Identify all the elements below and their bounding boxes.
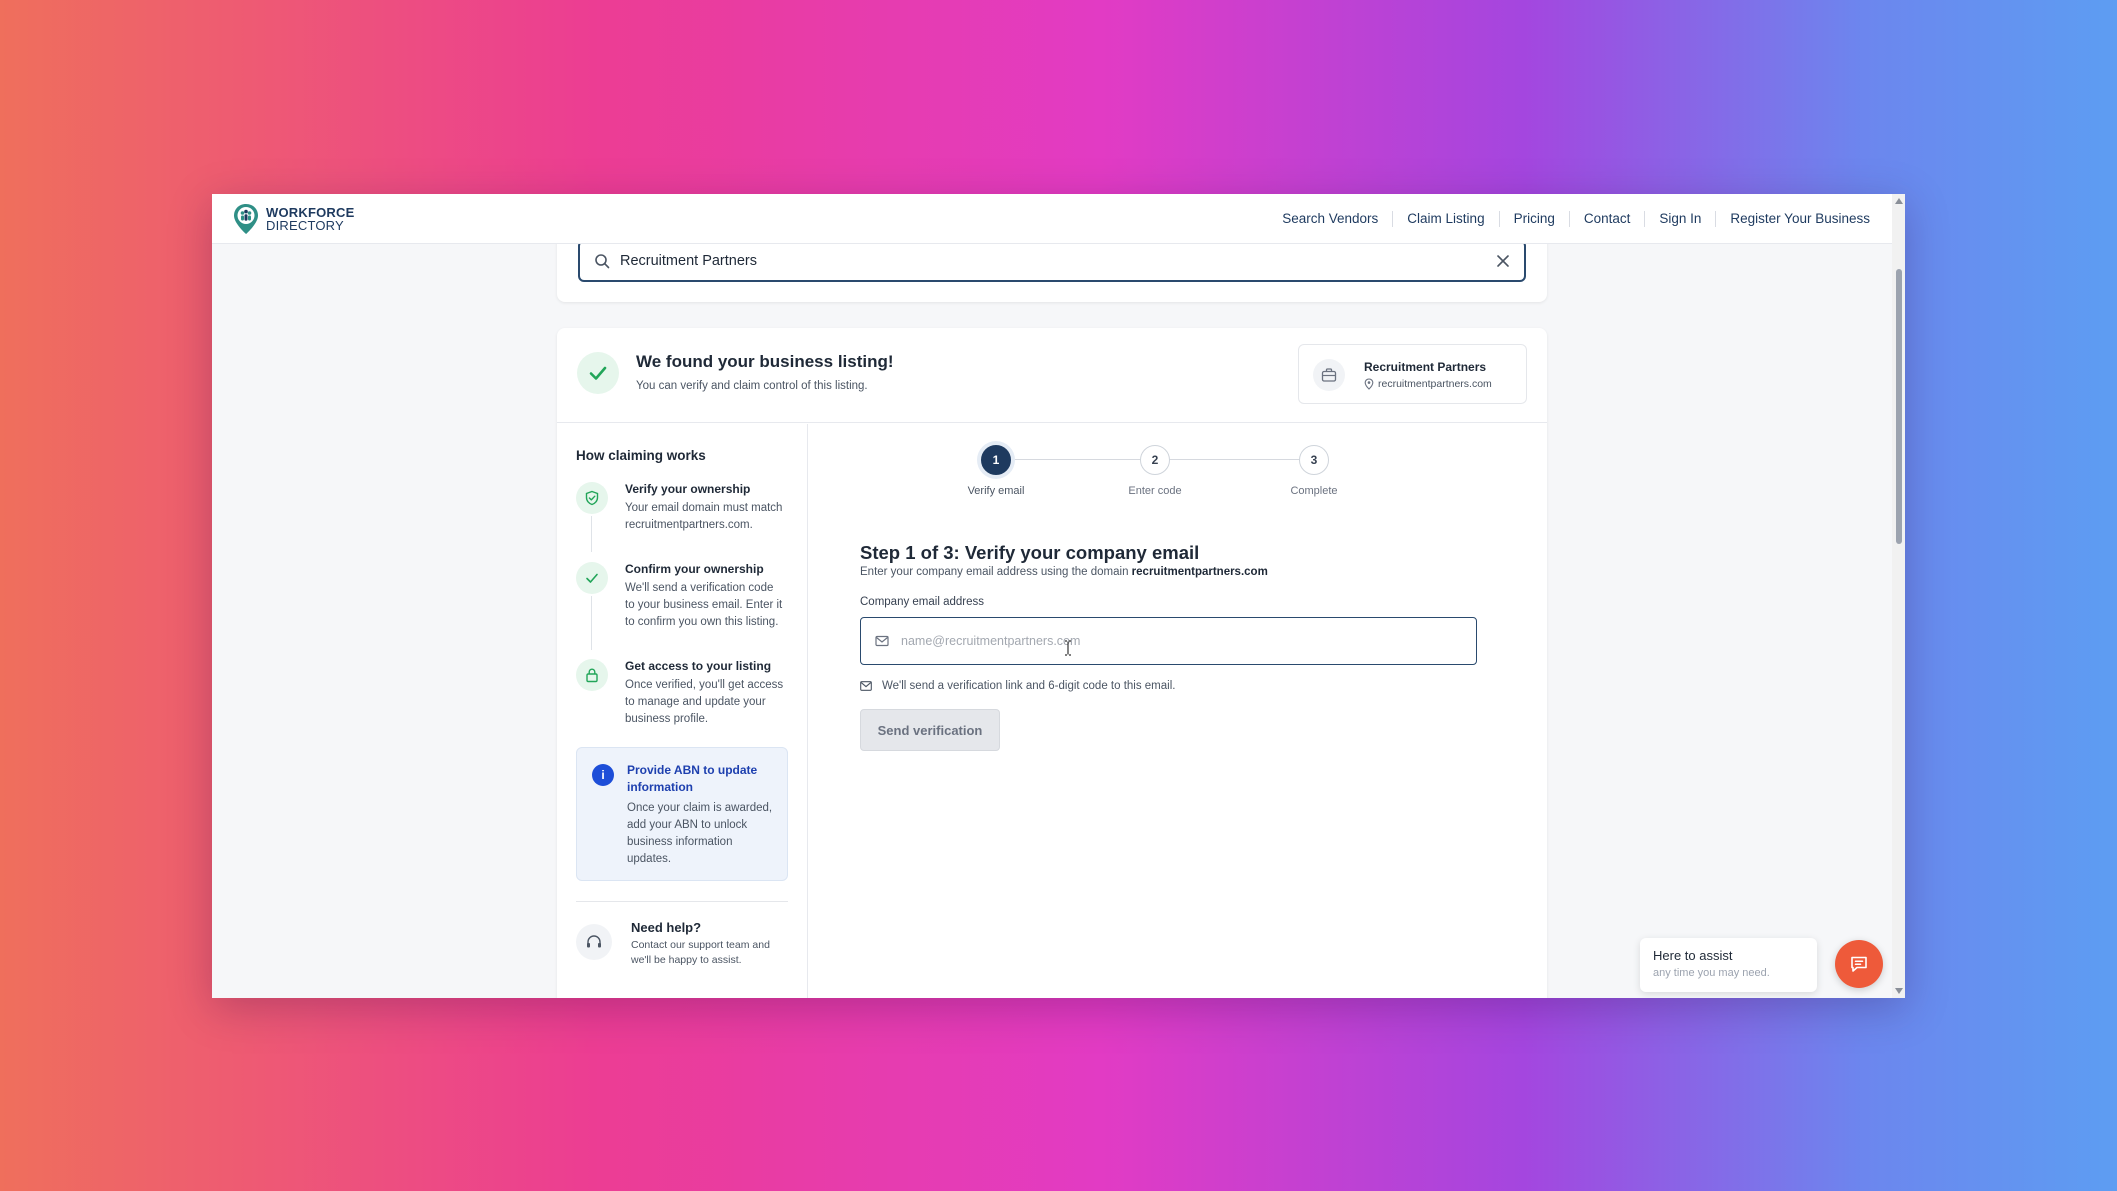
email-input[interactable] [901, 634, 1462, 648]
how-step-verify: Verify your ownership Your email domain … [576, 482, 801, 552]
step-connector [591, 596, 592, 650]
listing-found-banner: We found your business listing! You can … [557, 328, 1547, 423]
headset-icon [576, 924, 612, 960]
abn-description: Once your claim is awarded, add your ABN… [627, 802, 773, 865]
map-pin-icon [1364, 378, 1374, 390]
send-verification-button[interactable]: Send verification [860, 709, 1000, 751]
stepper-step-2: 2 Enter code [1128, 445, 1182, 497]
lock-icon [576, 659, 608, 691]
scroll-down-arrow[interactable] [1895, 988, 1903, 994]
step-title: Verify your ownership [625, 482, 751, 496]
briefcase-icon-badge [1313, 359, 1345, 391]
stepper-label: Enter code [1128, 485, 1182, 497]
email-field-label: Company email address [860, 596, 985, 608]
vertical-scrollbar[interactable] [1892, 194, 1905, 998]
check-icon [589, 366, 607, 380]
step-description: Once verified, you'll get access to mana… [625, 679, 784, 725]
claim-card: We found your business listing! You can … [557, 328, 1547, 998]
email-field-wrapper [860, 617, 1477, 665]
search-box [578, 240, 1526, 282]
stepper-step-3: 3 Complete [1290, 445, 1338, 497]
stepper-connector [1169, 459, 1299, 460]
business-domain: recruitmentpartners.com [1378, 378, 1492, 390]
brand-name-line1: WORKFORCE [266, 204, 355, 220]
mail-icon [860, 681, 872, 691]
scroll-up-arrow[interactable] [1895, 198, 1903, 204]
nav-claim-listing[interactable]: Claim Listing [1393, 210, 1500, 227]
verification-note-text: We'll send a verification link and 6-dig… [882, 680, 1176, 692]
business-name: Recruitment Partners [1364, 360, 1487, 374]
stepper-connector [1011, 459, 1140, 460]
step-title: Get access to your listing [625, 659, 772, 673]
briefcase-icon [1321, 368, 1337, 382]
chat-launcher-button[interactable] [1835, 940, 1883, 988]
found-title: We found your business listing! [636, 352, 894, 371]
form-subtitle-text: Enter your company email address using t… [860, 566, 1132, 578]
chat-title: Here to assist [1653, 948, 1733, 963]
form-subtitle: Enter your company email address using t… [860, 566, 1268, 578]
chat-icon [1851, 956, 1867, 972]
nav-pricing[interactable]: Pricing [1500, 210, 1570, 227]
stepper-step-1: 1 Verify email [968, 445, 1024, 497]
nav-links: Search Vendors Claim Listing Pricing Con… [1268, 210, 1870, 227]
browser-window: WORKFORCE DIRECTORY Search Vendors Claim… [212, 194, 1905, 998]
nav-register-business[interactable]: Register Your Business [1716, 211, 1870, 227]
stepper-label: Complete [1290, 485, 1338, 497]
close-icon [1497, 255, 1509, 267]
search-icon [595, 254, 610, 269]
how-claiming-works-panel: How claiming works Verify your ownership… [557, 424, 808, 998]
need-help-title: Need help? [631, 920, 702, 935]
brand-name-line2: DIRECTORY [266, 217, 344, 233]
nav-contact[interactable]: Contact [1570, 210, 1646, 227]
divider [576, 901, 788, 902]
check-icon [576, 562, 608, 594]
stepper-number: 2 [1140, 445, 1170, 475]
clear-search-button[interactable] [1496, 254, 1510, 268]
shield-check-icon [576, 482, 608, 514]
nav-search-vendors[interactable]: Search Vendors [1268, 210, 1394, 227]
step-title: Confirm your ownership [625, 562, 764, 576]
how-step-access: Get access to your listing Once verified… [576, 659, 801, 731]
top-navigation: WORKFORCE DIRECTORY Search Vendors Claim… [212, 194, 1892, 244]
step-description: We'll send a verification code to your b… [625, 582, 783, 628]
success-check-badge [577, 352, 619, 394]
chat-subtitle: any time you may need. [1653, 967, 1770, 979]
found-subtitle: You can verify and claim control of this… [636, 380, 868, 392]
scrollbar-thumb[interactable] [1896, 269, 1902, 544]
search-input[interactable] [620, 253, 1496, 269]
form-title: Step 1 of 3: Verify your company email [860, 542, 1200, 563]
location-pin-logo-icon [234, 203, 258, 234]
abn-info-callout: i Provide ABN to update information Once… [576, 747, 788, 881]
business-domain-row: recruitmentpartners.com [1364, 378, 1492, 390]
text-cursor-icon [1065, 640, 1071, 656]
progress-stepper: 1 Verify email 2 Enter code 3 Complete [968, 445, 1361, 505]
stepper-label: Verify email [967, 485, 1025, 497]
verification-note: We'll send a verification link and 6-dig… [860, 680, 1175, 692]
how-step-confirm: Confirm your ownership We'll send a veri… [576, 562, 801, 650]
stepper-number: 1 [981, 445, 1011, 475]
step-description: Your email domain must match recruitment… [625, 502, 783, 531]
form-subtitle-domain: recruitmentpartners.com [1131, 566, 1268, 578]
abn-title: Provide ABN to update information [627, 763, 758, 794]
mail-icon [875, 635, 889, 647]
need-help-description: Contact our support team and we'll be ha… [631, 939, 770, 966]
business-summary-card: Recruitment Partners recruitmentpartners… [1298, 344, 1527, 404]
stepper-number: 3 [1299, 445, 1329, 475]
how-claiming-title: How claiming works [576, 448, 706, 463]
step-connector [591, 516, 592, 552]
chat-greeting-bubble[interactable]: Here to assist any time you may need. [1640, 938, 1817, 992]
info-icon: i [592, 764, 614, 786]
brand-logo[interactable]: WORKFORCE DIRECTORY [232, 203, 354, 235]
nav-sign-in[interactable]: Sign In [1645, 210, 1717, 227]
